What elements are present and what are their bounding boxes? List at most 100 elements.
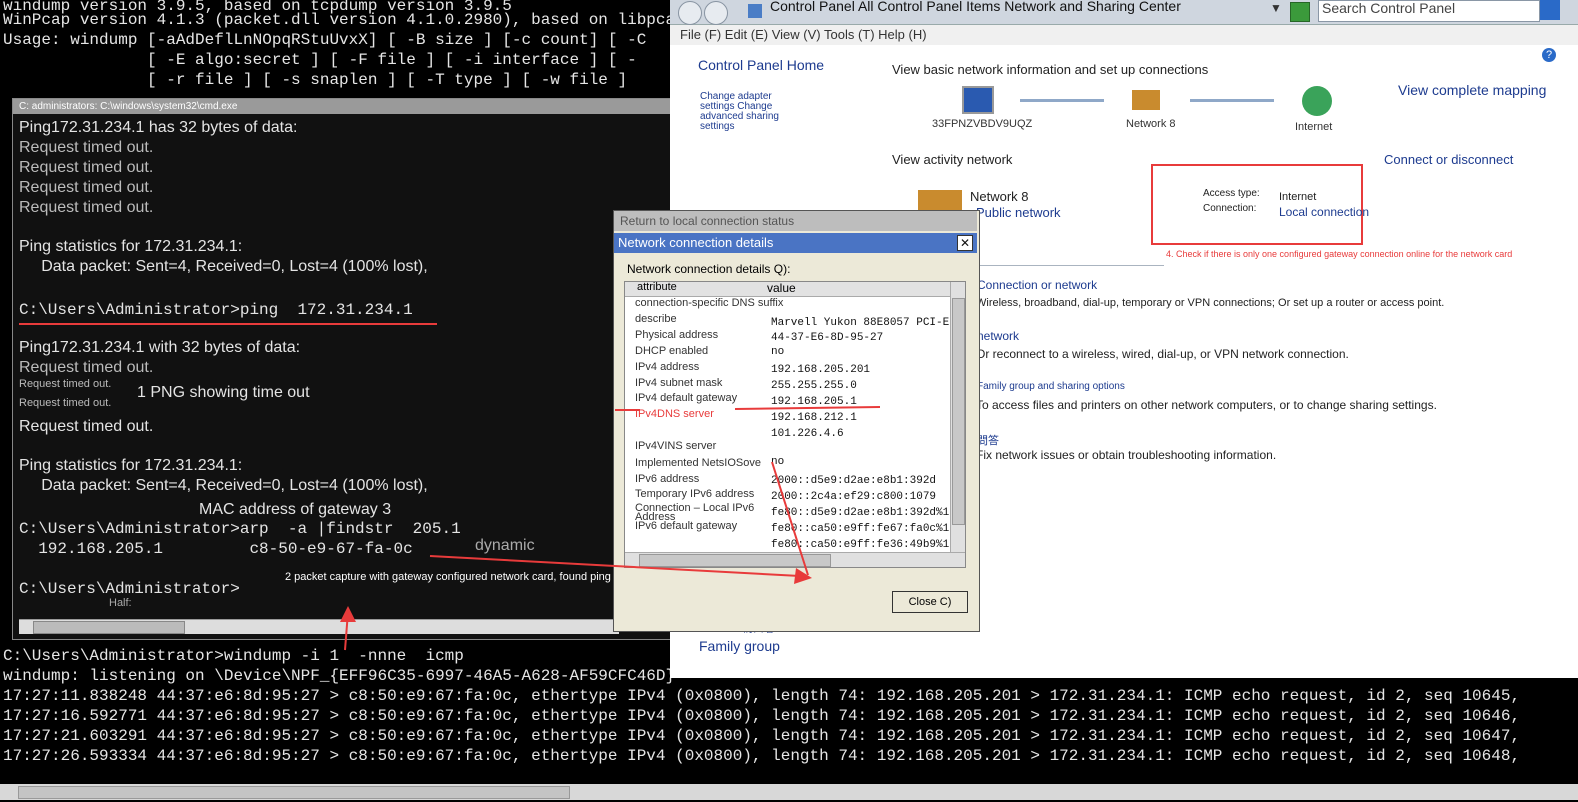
- access-type-label: Access type:: [1203, 188, 1260, 199]
- col-attribute[interactable]: attribute: [637, 282, 677, 293]
- globe-icon: [1302, 86, 1332, 116]
- row-attr: IPv4 address: [635, 361, 700, 373]
- cmd-line: Request timed out.: [19, 199, 154, 216]
- row-attr: connection-specific DNS suffix: [635, 297, 784, 309]
- node-internet: Internet: [1295, 121, 1333, 133]
- underline-annotation: [19, 323, 437, 325]
- computer-icon: [962, 86, 994, 114]
- node-computer: 33FPNZVBDV9UQZ: [932, 118, 1033, 130]
- row-value: 255.255.255.0: [771, 380, 857, 392]
- dialog-title-bar[interactable]: Network connection details ✕: [614, 233, 977, 253]
- row-value: 192.168.212.1: [771, 412, 857, 424]
- section-title-troubleshoot[interactable]: 問答: [977, 432, 999, 448]
- packet-line: 17:27:16.592771 44:37:e6:8d:95:27 > c8:5…: [3, 707, 1521, 725]
- control-panel-home-link[interactable]: Control Panel Home: [698, 57, 824, 73]
- network-name: Network 8: [970, 189, 1029, 204]
- section-desc-family: To access files and printers on other ne…: [976, 398, 1437, 412]
- console-scroll-thumb[interactable]: [18, 786, 570, 799]
- console-scrollbar[interactable]: [0, 784, 1578, 800]
- list-h-scroll-thumb[interactable]: [639, 554, 831, 567]
- console-line: [ -E algo:secret ] [ -F file ] [ -i inte…: [3, 51, 637, 69]
- packet-line: 17:27:11.838248 44:37:e6:8d:95:27 > c8:5…: [3, 687, 1521, 705]
- list-scroll-thumb[interactable]: [952, 298, 965, 525]
- annotation-ping-timeout: 1 PNG showing time out: [137, 384, 310, 401]
- row-value: 192.168.205.201: [771, 364, 871, 376]
- cmd-line: Request timed out.: [19, 359, 154, 376]
- dropdown-arrow-icon[interactable]: ▼: [1270, 1, 1282, 15]
- list-vertical-scrollbar[interactable]: [950, 282, 965, 552]
- refresh-icon[interactable]: [1290, 2, 1310, 22]
- section-title-connection[interactable]: Connection or network: [977, 278, 1097, 292]
- cmd-line: Request timed out.: [19, 378, 112, 390]
- change-adapter-settings-link[interactable]: Change adapter settings Change advanced …: [700, 92, 800, 132]
- section-title-family[interactable]: Family group and sharing options: [977, 381, 1125, 392]
- list-horizontal-scrollbar[interactable]: [625, 552, 965, 567]
- connection-line: [1190, 99, 1274, 102]
- cmd-half: Half:: [109, 597, 132, 609]
- cmd-arp-result: 192.168.205.1 c8-50-e9-67-fa-0c: [19, 540, 413, 558]
- row-value: Marvell Yukon 88E8057 PCI-E Gi: [771, 317, 966, 329]
- col-value[interactable]: value: [767, 282, 796, 295]
- row-attr: Physical address: [635, 329, 719, 341]
- bench-icon: [1132, 90, 1160, 110]
- connect-disconnect-link[interactable]: Connect or disconnect: [1384, 152, 1513, 167]
- forward-button[interactable]: [704, 1, 728, 25]
- back-title-bar: Return to local connection status: [614, 211, 977, 231]
- dialog-title: Network connection details: [618, 235, 774, 250]
- connection-label: Connection:: [1203, 203, 1257, 214]
- annotation-check-gateway: 4. Check if there is only one configured…: [1166, 249, 1513, 259]
- cmd-line: Ping172.31.234.1 with 32 bytes of data:: [19, 339, 301, 356]
- divider: [978, 265, 1164, 266]
- section-title-network[interactable]: network: [977, 329, 1019, 343]
- cmd-line: Request timed out.: [19, 139, 154, 156]
- view-complete-mapping-link[interactable]: View complete mapping: [1398, 82, 1546, 98]
- family-group-link[interactable]: Family group: [699, 638, 780, 654]
- network-type-link[interactable]: Public network: [976, 205, 1061, 220]
- close-button[interactable]: Close C): [892, 591, 968, 613]
- node-network: Network 8: [1126, 118, 1176, 130]
- annotation-mac-gateway: MAC address of gateway 3: [199, 501, 392, 518]
- connection-line: [1020, 99, 1104, 102]
- windump-listening: windump: listening on \Device\NPF_{EFF96…: [3, 667, 676, 685]
- back-button[interactable]: [678, 1, 702, 25]
- row-value: 2000::2c4a:ef29:c800:1079: [771, 491, 937, 503]
- row-attr: IPv6 address: [635, 473, 700, 485]
- cmd-prompt[interactable]: C:\Users\Administrator>: [19, 580, 240, 598]
- breadcrumb[interactable]: Control Panel All Control Panel Items Ne…: [770, 0, 1181, 14]
- windump-command: C:\Users\Administrator>windump -i 1 -nnn…: [3, 647, 464, 665]
- arp-type: dynamic: [475, 537, 535, 554]
- cmd-line: Request timed out.: [19, 418, 154, 435]
- row-attr: Implemented NetsIOSove: [635, 457, 761, 469]
- cmd-scroll-thumb[interactable]: [33, 621, 185, 634]
- control-panel-icon: [748, 4, 762, 18]
- dialog-subtitle: Network connection details Q):: [627, 262, 791, 276]
- row-value: no: [771, 456, 785, 468]
- row-attr: DHCP enabled: [635, 345, 709, 357]
- search-input[interactable]: Search Control Panel: [1318, 0, 1540, 22]
- cmd-line: Ping statistics for 172.31.234.1:: [19, 238, 243, 255]
- help-icon[interactable]: ?: [1542, 48, 1556, 62]
- address-bar: Control Panel All Control Panel Items Ne…: [670, 0, 1578, 25]
- network-details-dialog[interactable]: Return to local connection status Networ…: [613, 210, 980, 632]
- row-value: no: [771, 346, 785, 358]
- close-icon[interactable]: ✕: [957, 235, 973, 251]
- cmd-horizontal-scrollbar[interactable]: [19, 619, 619, 634]
- row-value: 44-37-E6-8D-95-27: [771, 332, 884, 344]
- section-desc-troubleshoot: Fix network issues or obtain troubleshoo…: [976, 448, 1277, 462]
- row-value: fe80::ca50:e9ff:fe36:49b9%11: [771, 539, 956, 551]
- cmd-window[interactable]: C: administrators: C:\windows\system32\c…: [12, 98, 778, 640]
- packet-line: 17:27:21.603291 44:37:e6:8d:95:27 > c8:5…: [3, 727, 1521, 745]
- cmd-line: Request timed out.: [19, 159, 154, 176]
- details-list[interactable]: attribute value connection-specific DNS …: [624, 281, 966, 568]
- menu-bar[interactable]: File (F) Edit (E) View (V) Tools (T) Hel…: [670, 25, 1578, 45]
- cmd-title-bar[interactable]: C: administrators: C:\windows\system32\c…: [13, 99, 675, 114]
- search-icon[interactable]: [1540, 0, 1560, 20]
- console-line: Usage: windump [-aAdDeflLnNOpqRStuUvxX] …: [3, 31, 647, 49]
- bench-icon: [918, 190, 962, 212]
- activity-heading: View activity network: [892, 152, 1013, 167]
- cmd-line: Ping172.31.234.1 has 32 bytes of data:: [19, 119, 298, 136]
- row-value: fe80::d5e9:d2ae:e8b1:392d%11: [771, 507, 956, 519]
- list-header: attribute value: [625, 282, 965, 297]
- local-connection-link[interactable]: Local connection: [1279, 205, 1369, 219]
- console-line: WinPcap version 4.1.3 (packet.dll versio…: [3, 11, 685, 29]
